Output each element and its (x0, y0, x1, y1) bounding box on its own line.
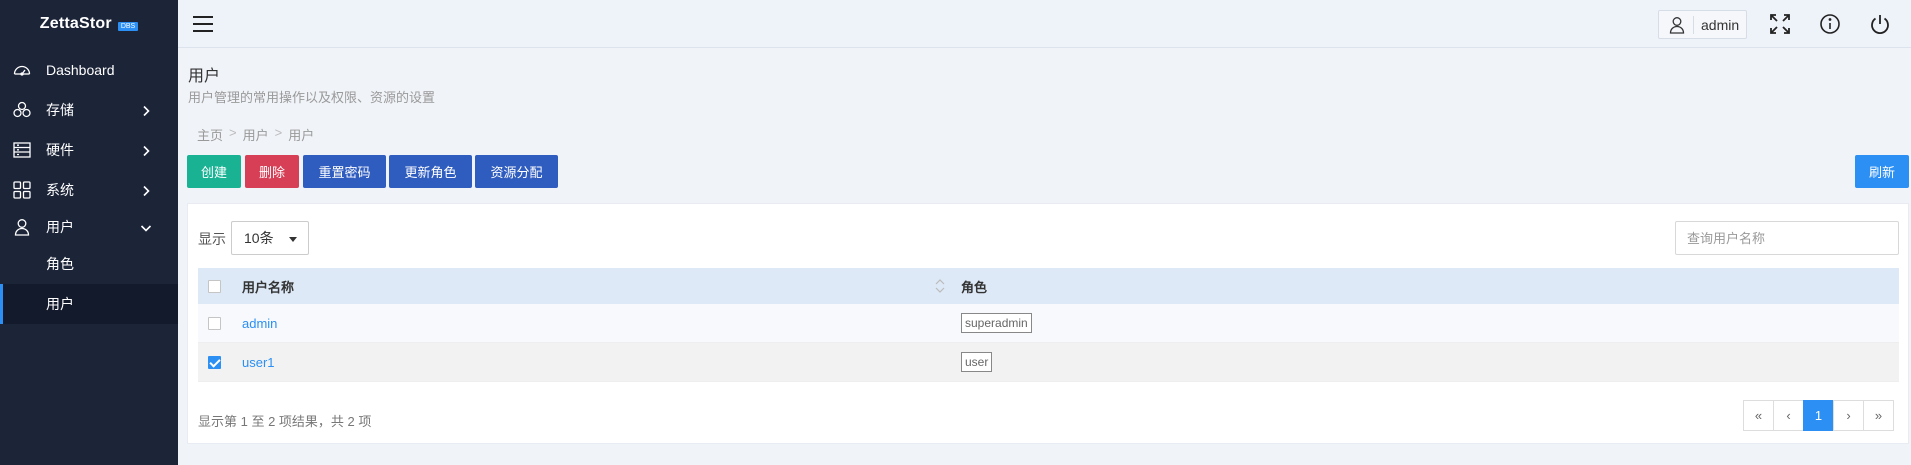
breadcrumb-users[interactable]: 用户 (243, 125, 269, 144)
caret-down-icon (289, 237, 297, 242)
chevron-right-icon (140, 144, 152, 157)
sidebar-item-label: 用户 (46, 219, 74, 235)
user-icon (12, 217, 32, 237)
breadcrumb-current: 用户 (288, 128, 315, 143)
page-subtitle: 用户管理的常用操作以及权限、资源的设置 (188, 90, 436, 105)
first-page-button[interactable]: « (1743, 400, 1774, 431)
cubes-icon (12, 100, 32, 120)
create-button[interactable]: 创建 (187, 155, 241, 188)
page-size-label: 显示 (198, 231, 226, 247)
search-input[interactable] (1675, 221, 1899, 255)
chevron-right-icon (140, 104, 152, 117)
update-role-button[interactable]: 更新角色 (389, 155, 472, 188)
chevron-right-icon (140, 184, 152, 197)
page-size-value: 10条 (244, 230, 274, 246)
page-button-current[interactable]: 1 (1803, 400, 1834, 431)
username: admin (1701, 16, 1740, 33)
sidebar-item-dashboard[interactable]: Dashboard (0, 50, 178, 90)
sidebar-subitem-users[interactable]: 用户 (0, 284, 178, 324)
breadcrumb: 主页 > 用户 > 用户 (197, 125, 314, 144)
breadcrumb-home[interactable]: 主页 (197, 125, 223, 144)
reset-password-button[interactable]: 重置密码 (303, 155, 386, 188)
table-panel: 显示 10条 用户名称 角色 admin superadmin user1 us… (187, 203, 1909, 444)
next-page-button[interactable]: › (1833, 400, 1864, 431)
last-page-button[interactable]: » (1863, 400, 1894, 431)
sidebar-item-users[interactable]: 用户 (0, 210, 178, 244)
fullscreen-icon[interactable] (1769, 13, 1791, 35)
row-checkbox[interactable] (208, 355, 221, 369)
column-header-role: 角色 (961, 279, 988, 295)
divider (1693, 15, 1694, 34)
server-icon (12, 140, 32, 160)
sidebar-item-label: 存储 (46, 102, 74, 118)
breadcrumb-separator: > (274, 125, 283, 140)
pagination: « ‹ 1 › » (1743, 400, 1894, 431)
sidebar-item-label: 系统 (46, 182, 74, 198)
row-checkbox[interactable] (208, 316, 221, 330)
breadcrumb-separator: > (229, 125, 237, 140)
power-icon[interactable] (1869, 13, 1891, 35)
page-title: 用户 (188, 68, 221, 85)
refresh-button[interactable]: 刷新 (1855, 155, 1909, 188)
brand-logo[interactable]: ZettaStor DBS (0, 0, 178, 48)
username-link[interactable]: user1 (242, 355, 275, 370)
info-icon[interactable] (1819, 13, 1841, 35)
grid-icon (12, 180, 32, 200)
page-size-select[interactable]: 10条 (231, 221, 309, 255)
sidebar-subitem-roles[interactable]: 角色 (0, 244, 178, 284)
chevron-down-icon (140, 221, 152, 233)
username-link[interactable]: admin (242, 316, 277, 331)
delete-button[interactable]: 删除 (245, 155, 299, 188)
speedometer-icon (12, 60, 32, 80)
select-all-checkbox[interactable] (208, 279, 221, 293)
table-row[interactable]: admin superadmin (198, 304, 1899, 343)
results-summary: 显示第 1 至 2 项结果，共 2 项 (198, 414, 372, 429)
sidebar-item-label: 硬件 (46, 142, 74, 158)
table-row[interactable]: user1 user (198, 343, 1899, 382)
prev-page-button[interactable]: ‹ (1773, 400, 1804, 431)
brand-badge: DBS (117, 21, 139, 31)
users-table: 用户名称 角色 admin superadmin user1 user (198, 268, 1899, 382)
menu-toggle-icon[interactable] (192, 13, 214, 35)
sidebar-item-label: Dashboard (46, 62, 115, 78)
sidebar: ZettaStor DBS Dashboard 存储 硬件 系统 用户 角色 用… (0, 0, 178, 465)
sidebar-item-hardware[interactable]: 硬件 (0, 130, 178, 170)
sort-icon[interactable] (934, 278, 946, 294)
assign-resources-button[interactable]: 资源分配 (475, 155, 558, 188)
role-badge: superadmin (961, 313, 1032, 333)
column-header-username[interactable]: 用户名称 (242, 277, 294, 296)
user-menu-button[interactable]: admin (1658, 10, 1747, 39)
sidebar-item-system[interactable]: 系统 (0, 170, 178, 210)
sidebar-item-storage[interactable]: 存储 (0, 90, 178, 130)
role-badge: user (961, 352, 993, 372)
user-icon (1667, 15, 1687, 35)
topbar: admin (178, 0, 1911, 48)
table-header: 用户名称 角色 (198, 268, 1899, 304)
brand-name: ZettaStor (39, 15, 112, 32)
